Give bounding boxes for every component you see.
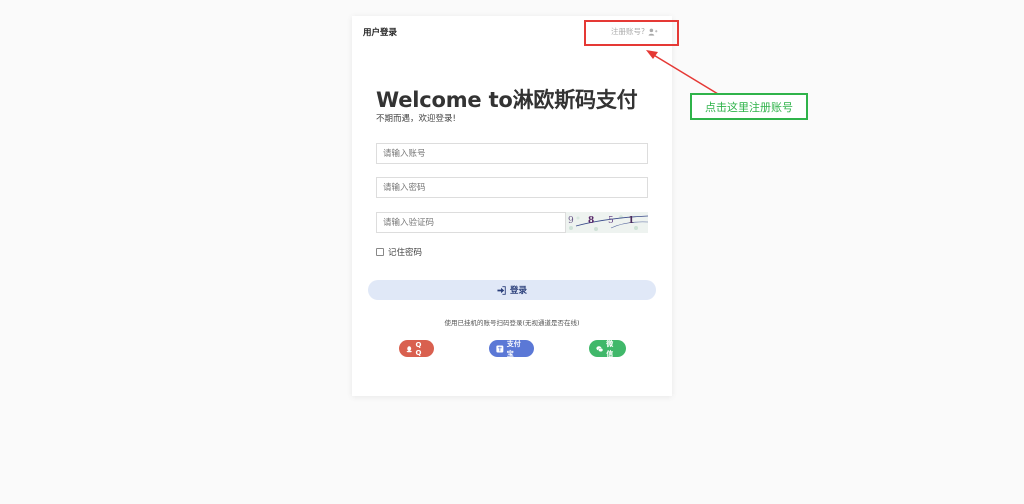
captcha-char: 9: [568, 216, 574, 226]
login-card: 用户登录 注册账号? Welcome to淋欧斯码支付 不期而遇，欢迎登录! 9…: [352, 16, 672, 396]
username-input[interactable]: [376, 143, 648, 164]
captcha-char: 8: [588, 216, 595, 226]
scan-login-tip: 使用已挂机的账号扫码登录(无视通道是否在线): [444, 319, 580, 327]
qq-icon: [406, 345, 412, 352]
welcome-title: Welcome to淋欧斯码支付: [376, 88, 638, 112]
card-title: 用户登录: [363, 28, 398, 38]
captcha-char: 1: [628, 216, 635, 226]
remember-label: 记住密码: [388, 248, 423, 258]
remember-password[interactable]: 记住密码: [376, 246, 422, 258]
captcha-char: 5: [608, 216, 614, 226]
alipay-login-button[interactable]: 支付宝: [489, 339, 534, 358]
captcha-image[interactable]: 9 8 5 1: [566, 212, 648, 233]
sign-in-icon: [497, 285, 506, 295]
annotation-label: 点击这里注册账号: [690, 93, 808, 120]
login-button-label: 登录: [509, 285, 527, 295]
captcha-input[interactable]: [376, 212, 566, 233]
remember-checkbox[interactable]: [376, 248, 384, 256]
qq-login-button[interactable]: Q Q: [399, 340, 434, 357]
password-input[interactable]: [376, 177, 648, 198]
alipay-icon: [496, 345, 504, 352]
wechat-login-label: 微信: [606, 339, 614, 358]
wechat-login-button[interactable]: 微信: [589, 339, 626, 358]
wechat-icon: [596, 345, 604, 352]
login-button[interactable]: 登录: [368, 280, 656, 300]
qq-login-label: Q Q: [415, 340, 422, 357]
welcome-subtitle: 不期而遇，欢迎登录!: [376, 114, 456, 124]
alipay-login-label: 支付宝: [506, 339, 521, 358]
annotation-highlight-box: [584, 20, 679, 46]
